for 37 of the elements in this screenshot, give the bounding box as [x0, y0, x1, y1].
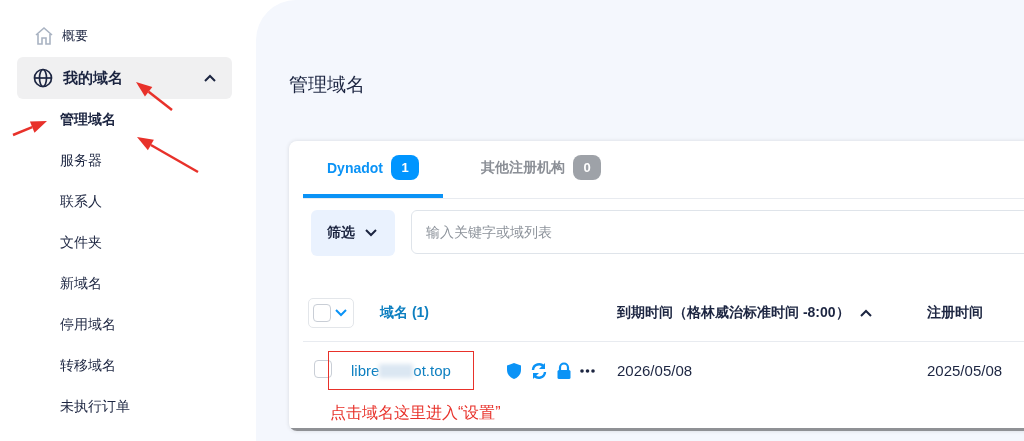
sidebar-item[interactable]: 服务器 [17, 140, 256, 181]
annotation-arrow [137, 137, 199, 174]
annotation-arrow [12, 121, 47, 137]
home-icon [34, 26, 54, 45]
sidebar-item[interactable]: 转移域名 [17, 345, 256, 386]
domain-link[interactable]: libre ot.top [328, 351, 474, 390]
select-all-control[interactable] [308, 298, 354, 328]
sidebar-item[interactable]: 文件夹 [17, 222, 256, 263]
sidebar-item[interactable]: 未执行订单 [17, 386, 256, 427]
expiry-date: 2026/05/08 [617, 362, 694, 379]
column-header[interactable]: 域名 (1) [380, 304, 617, 322]
search-field[interactable]: 输入关键字或域列表 [411, 210, 1024, 254]
globe-icon [33, 68, 53, 88]
sidebar-group-label: 我的域名 [63, 68, 123, 88]
refresh-icon[interactable] [529, 361, 548, 380]
caret-icon [365, 229, 377, 237]
column-header[interactable]: 到期时间（格林威治标准时间 -8:00） [617, 304, 927, 322]
shield-icon[interactable] [505, 361, 522, 380]
sidebar-group[interactable]: 我的域名 [17, 57, 232, 99]
sidebar-item[interactable]: 停用域名 [17, 304, 256, 345]
sidebar-item[interactable]: 管理域名 [17, 99, 256, 140]
count-badge: 0 [573, 155, 601, 180]
sidebar-item[interactable]: 概要 [62, 26, 88, 45]
count-badge: 1 [391, 155, 419, 180]
sidebar-item[interactable]: 新域名 [17, 263, 256, 304]
sidebar-item[interactable]: 联系人 [17, 181, 256, 222]
annotation-arrow [136, 82, 173, 111]
page-title: 管理域名 [289, 73, 366, 97]
filter-button[interactable]: 筛选 [311, 210, 395, 256]
scrollbar[interactable] [289, 428, 1024, 431]
registration-date: 2025/05/08 [927, 362, 1004, 379]
caret-icon [335, 309, 347, 317]
caret-icon [204, 74, 216, 82]
more-icon[interactable] [579, 368, 595, 373]
lock-icon[interactable] [555, 361, 572, 380]
column-header[interactable]: 注册时间 [927, 304, 1024, 322]
annotation-caption: 点击域名这里进入“设置” [330, 403, 502, 423]
